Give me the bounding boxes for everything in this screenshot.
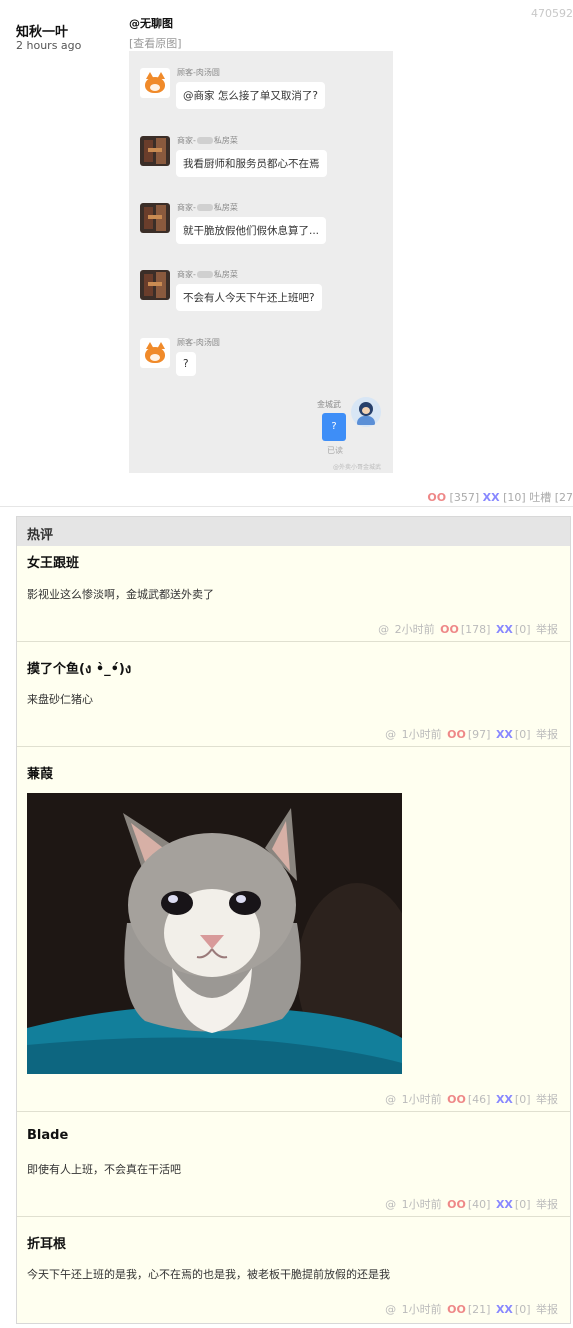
chat-sender: 顾客-肉汤圆: [177, 68, 220, 77]
oo-count: [46]: [467, 1093, 491, 1106]
post-time: 2 hours ago: [16, 39, 82, 52]
comment-time: 1小时前: [401, 1303, 442, 1316]
comment-meta: @ 2小时前 OO [178] XX [0] 举报: [376, 621, 558, 637]
report-link[interactable]: 举报: [536, 1198, 558, 1211]
comment-item: 蒹葭 @ 1小时前 OO [46] XX [0] 举报: [17, 747, 570, 1112]
xx-button[interactable]: XX: [496, 1303, 513, 1316]
comment-meta: @ 1小时前 OO [46] XX [0] 举报: [383, 1091, 558, 1107]
view-original-link[interactable]: [查看原图]: [129, 35, 182, 51]
blur-mask: [196, 137, 213, 144]
chat-sender: 商家- 私房菜: [177, 203, 238, 212]
reply-at-button[interactable]: @: [385, 1303, 396, 1316]
comment-item: Blade 即使有人上班，不会真在干活吧 @ 1小时前 OO [40] XX [0]…: [17, 1112, 570, 1217]
report-link[interactable]: 举报: [536, 1093, 558, 1106]
oo-count: [178]: [460, 623, 491, 636]
post: 知秋一叶 2 hours ago 470592 @无聊图 [查看原图] 顾客-肉…: [0, 0, 573, 507]
comment-meta: @ 1小时前 OO [97] XX [0] 举报: [383, 726, 558, 742]
xx-count: [0]: [514, 1303, 531, 1316]
comment-time: 1小时前: [401, 1093, 442, 1106]
self-sender: 金城武: [317, 400, 341, 409]
image-watermark: @外卖小哥金城武: [333, 464, 382, 471]
tucao-link[interactable]: 吐槽 [27: [529, 491, 573, 504]
comment-author[interactable]: 蒹葭: [27, 763, 53, 782]
post-mention: @无聊图: [129, 17, 173, 30]
comment-author[interactable]: 折耳根: [27, 1233, 66, 1252]
oo-button[interactable]: OO: [447, 1198, 466, 1211]
reply-at-button[interactable]: @: [385, 1198, 396, 1211]
xx-button[interactable]: XX: [496, 728, 513, 741]
oo-button[interactable]: OO: [447, 1093, 466, 1106]
self-chat-bubble: ?: [322, 413, 346, 441]
comment-text: 来盘砂仁猪心: [27, 693, 93, 706]
oo-count: [97]: [467, 728, 491, 741]
xx-button[interactable]: XX: [496, 1093, 513, 1106]
xx-count: [10]: [503, 491, 526, 504]
hot-comments-header: 热评: [17, 517, 570, 546]
report-link[interactable]: 举报: [536, 728, 558, 741]
self-avatar-icon: [351, 397, 381, 427]
post-stats: OO [357] XX [10] 吐槽 [27: [427, 489, 573, 505]
xx-button[interactable]: XX: [483, 491, 500, 504]
chat-bubble: 就干脆放假他们假休息算了...: [176, 217, 327, 244]
chat-bubble: @商家 怎么接了单又取消了?: [176, 82, 325, 109]
oo-count: [357]: [449, 491, 480, 504]
hot-comments-panel: 热评 女王跟班 影视业这么惨淡啊，金城武都送外卖了 @ 2小时前 OO [178]…: [16, 516, 571, 1324]
comment-item: 摸了个鱼(ง •̀_•́)ง 来盘砂仁猪心 @ 1小时前 OO [97] XX [0…: [17, 642, 570, 747]
comment-author[interactable]: 女王跟班: [27, 552, 79, 571]
chat-sender: 商家- 私房菜: [177, 270, 238, 279]
chat-sender: 顾客-肉汤圆: [177, 338, 220, 347]
chat-bubble: 不会有人今天下午还上班吧?: [176, 284, 322, 311]
comment-time: 1小时前: [401, 1198, 442, 1211]
xx-button[interactable]: XX: [496, 1198, 513, 1211]
blur-mask: [196, 204, 213, 211]
reply-at-button[interactable]: @: [385, 1093, 396, 1106]
report-link[interactable]: 举报: [536, 623, 558, 636]
fox-avatar-icon: [140, 338, 170, 368]
oo-button[interactable]: OO: [440, 623, 459, 636]
xx-count: [0]: [514, 623, 531, 636]
fox-avatar-icon: [140, 68, 170, 98]
post-id[interactable]: 470592: [531, 7, 573, 20]
comment-text: 即使有人上班，不会真在干活吧: [27, 1163, 181, 1176]
oo-button[interactable]: OO: [447, 728, 466, 741]
restaurant-avatar-icon: [140, 270, 170, 300]
xx-count: [0]: [514, 1198, 531, 1211]
xx-count: [0]: [514, 728, 531, 741]
reply-at-button[interactable]: @: [378, 623, 389, 636]
comment-text: 今天下午还上班的是我，心不在焉的也是我，被老板干脆提前放假的还是我: [27, 1268, 390, 1281]
blur-mask: [196, 271, 213, 278]
oo-button[interactable]: OO: [447, 1303, 466, 1316]
comment-author[interactable]: Blade: [27, 1128, 68, 1143]
oo-button[interactable]: OO: [427, 491, 446, 504]
oo-count: [21]: [467, 1303, 491, 1316]
read-receipt: 已读: [327, 446, 343, 455]
reply-at-button[interactable]: @: [385, 728, 396, 741]
crying-cat-image[interactable]: [27, 793, 402, 1074]
xx-count: [0]: [514, 1093, 531, 1106]
chat-bubble: ?: [176, 352, 196, 376]
restaurant-avatar-icon: [140, 203, 170, 233]
comment-author[interactable]: 摸了个鱼(ง •̀_•́)ง: [27, 658, 131, 679]
report-link[interactable]: 举报: [536, 1303, 558, 1316]
comment-meta: @ 1小时前 OO [21] XX [0] 举报: [383, 1301, 558, 1317]
comment-text: 影视业这么惨淡啊，金城武都送外卖了: [27, 588, 214, 601]
chat-bubble: 我看厨师和服务员都心不在焉: [176, 150, 327, 177]
comment-time: 2小时前: [394, 623, 435, 636]
oo-count: [40]: [467, 1198, 491, 1211]
comment-item: 女王跟班 影视业这么惨淡啊，金城武都送外卖了 @ 2小时前 OO [178] XX…: [17, 546, 570, 642]
comment-meta: @ 1小时前 OO [40] XX [0] 举报: [383, 1196, 558, 1212]
hot-comments-title: 热评: [27, 528, 54, 543]
post-author[interactable]: 知秋一叶: [16, 21, 68, 40]
chat-screenshot-image[interactable]: 顾客-肉汤圆 @商家 怎么接了单又取消了? 商家- 私房菜 我看厨师和服务员都心不…: [129, 51, 393, 473]
chat-sender: 商家- 私房菜: [177, 136, 238, 145]
comment-time: 1小时前: [401, 728, 442, 741]
restaurant-avatar-icon: [140, 136, 170, 166]
xx-button[interactable]: XX: [496, 623, 513, 636]
comment-item: 折耳根 今天下午还上班的是我，心不在焉的也是我，被老板干脆提前放假的还是我 @ …: [17, 1217, 570, 1323]
